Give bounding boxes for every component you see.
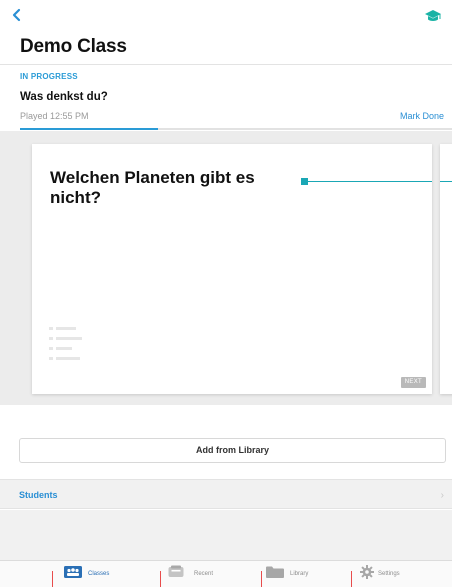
recent-icon	[168, 565, 184, 577]
played-timestamp: Played 12:55 PM	[20, 111, 89, 121]
folder-icon	[266, 566, 284, 578]
students-label: Students	[19, 490, 58, 500]
progress-bar	[20, 128, 452, 130]
tab-bar: Classes Recent Library Settings	[0, 560, 452, 587]
next-card-peek[interactable]	[440, 144, 452, 394]
game-title: Was denkst du?	[20, 91, 108, 103]
tab-recent[interactable]: Recent	[168, 564, 218, 586]
tab-label: Library	[290, 571, 309, 577]
top-bar	[0, 0, 452, 22]
mark-done-button[interactable]: Mark Done	[400, 111, 444, 121]
tab-library[interactable]: Library	[266, 564, 316, 586]
connector-node	[301, 178, 308, 185]
page-title: Demo Class	[20, 36, 127, 57]
graduation-cap-icon[interactable]	[424, 9, 442, 23]
divider	[0, 64, 452, 65]
tab-label: Settings	[378, 571, 400, 577]
students-row[interactable]: Students ›	[0, 479, 452, 509]
add-from-library-button[interactable]: Add from Library	[19, 438, 446, 463]
gear-icon	[360, 565, 374, 579]
annotation-marker	[52, 571, 53, 587]
empty-area	[0, 510, 452, 560]
next-badge[interactable]: NEXT	[400, 377, 426, 388]
progress-fill	[20, 128, 159, 130]
status-label: IN PROGRESS	[20, 72, 78, 81]
annotation-marker	[160, 571, 161, 587]
tab-classes[interactable]: Classes	[64, 564, 124, 586]
tab-settings[interactable]: Settings	[360, 564, 410, 586]
question-text: Welchen Planeten gibt es nicht?	[50, 168, 255, 207]
back-chevron-icon[interactable]	[10, 8, 24, 22]
question-carousel[interactable]: Welchen Planeten gibt es nicht? NEXT	[0, 131, 452, 405]
question-card[interactable]: Welchen Planeten gibt es nicht? NEXT	[32, 144, 432, 394]
connector-line	[308, 181, 432, 182]
classes-icon	[64, 566, 82, 578]
tab-label: Recent	[194, 571, 214, 577]
tab-label: Classes	[88, 571, 110, 577]
annotation-marker	[261, 571, 262, 587]
chevron-right-icon: ›	[440, 490, 444, 501]
answer-list-icon	[49, 327, 93, 371]
annotation-marker	[351, 571, 352, 587]
connector-line	[440, 181, 452, 182]
